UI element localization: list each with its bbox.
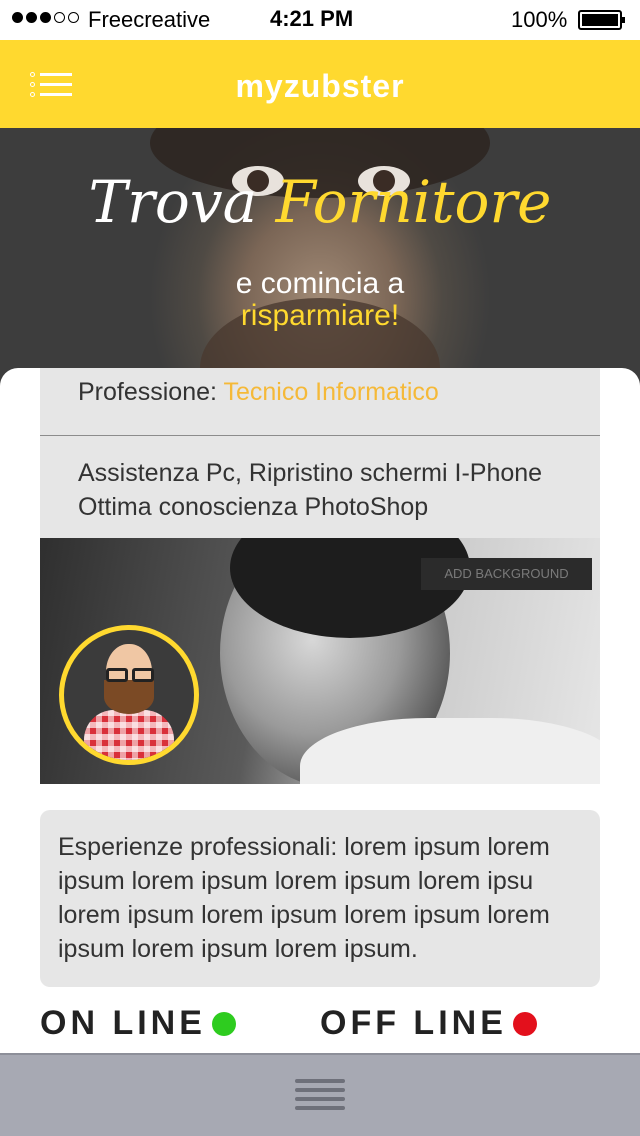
online-status[interactable]: ON LINE — [40, 1004, 236, 1043]
hero-title-part1: Trova — [88, 168, 258, 236]
app-title: myzubster — [235, 68, 405, 104]
battery-icon — [578, 10, 625, 30]
glasses-icon — [102, 668, 158, 682]
profession-label: Professione: — [78, 378, 217, 406]
hero-title-part2: Fornitore — [275, 168, 552, 236]
status-bar: Freecreative 4:21 PM 100% — [0, 0, 640, 40]
description-box: Assistenza Pc, Ripristino schermi I-Phon… — [40, 436, 600, 538]
hero-banner: Trova Fornitore e comincia a risparmiare… — [0, 128, 640, 388]
hero-subtitle: e comincia a risparmiare! — [0, 268, 640, 332]
hamburger-handle-icon[interactable] — [295, 1079, 345, 1111]
app-header: myzubster — [0, 40, 640, 128]
carrier-name: Freecreative — [88, 7, 211, 32]
status-row: ON LINE OFF LINE — [0, 1004, 640, 1044]
experience-box: Esperienze professionali: lorem ipsum lo… — [40, 810, 600, 987]
clock: 4:21 PM — [270, 6, 354, 31]
profile-card: Professione: Tecnico Informatico Assiste… — [0, 368, 640, 1058]
offline-label: OFF LINE — [320, 1004, 507, 1042]
profession-value: Tecnico Informatico — [223, 378, 439, 406]
hero-subtitle-line2: risparmiare! — [240, 299, 400, 332]
signal-strength-icon — [12, 12, 79, 23]
experience-text: Esperienze professionali: lorem ipsum lo… — [58, 833, 550, 963]
description-line1: Assistenza Pc, Ripristino schermi I-Phon… — [78, 459, 543, 487]
hero-title: Trova Fornitore — [0, 168, 640, 236]
bottom-bar — [0, 1053, 640, 1136]
description-line2: Ottima conoscienza PhotoShop — [78, 493, 429, 521]
offline-indicator-icon — [512, 1011, 537, 1036]
offline-status[interactable]: OFF LINE — [320, 1004, 537, 1043]
online-indicator-icon — [211, 1011, 236, 1036]
battery-percentage: 100% — [511, 7, 568, 32]
avatar[interactable] — [59, 625, 199, 765]
add-background-button[interactable]: ADD BACKGROUND — [421, 558, 592, 590]
profession-row: Professione: Tecnico Informatico — [40, 368, 600, 436]
online-label: ON LINE — [40, 1004, 206, 1042]
hero-subtitle-line1: e comincia a — [235, 267, 405, 300]
profile-background-photo: ADD BACKGROUND — [40, 538, 600, 784]
